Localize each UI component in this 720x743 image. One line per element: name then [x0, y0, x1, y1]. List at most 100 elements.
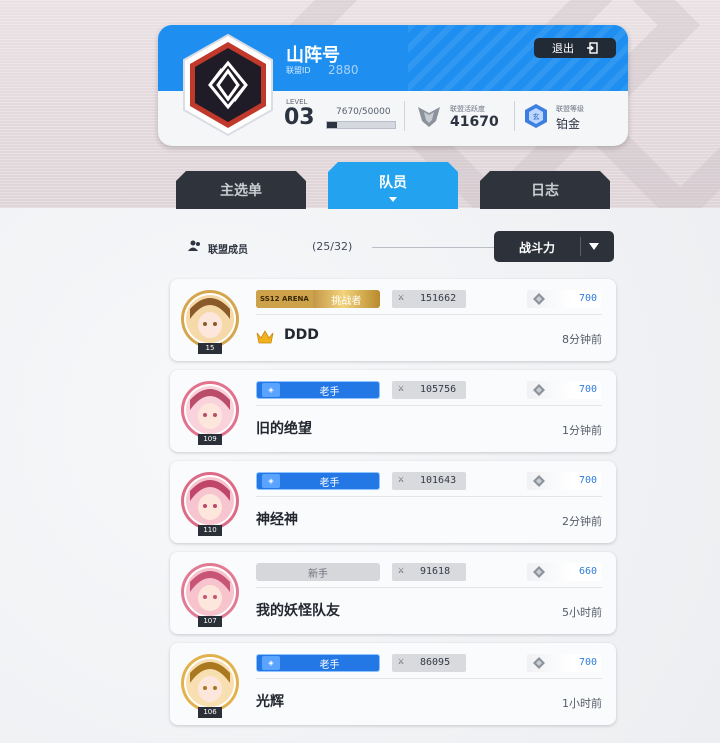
last-online: 5小时前	[562, 606, 602, 619]
crossed-swords-icon: ⚔	[398, 292, 405, 303]
tab-log[interactable]: 日志	[480, 171, 610, 209]
exp-progress-fill	[327, 122, 338, 128]
member-avatar[interactable]	[180, 653, 240, 713]
member-level: 110	[198, 525, 222, 536]
rank-label: 联盟等级	[556, 105, 584, 113]
diamond-icon	[532, 656, 546, 673]
member-level: 107	[198, 616, 222, 627]
member-avatar[interactable]	[180, 289, 240, 349]
season-label: SS12 ARENA	[256, 290, 313, 308]
combat-power: ⚔ 101643	[392, 472, 466, 490]
member-name: 神经神	[256, 512, 298, 528]
header-divider	[372, 247, 494, 248]
sort-value: 战斗力	[518, 241, 555, 255]
badge-label: 老手	[319, 386, 340, 398]
crossed-swords-icon: ⚔	[398, 474, 405, 485]
badge-label: 新手	[308, 568, 328, 580]
combat-power: ⚔ 151662	[392, 290, 466, 308]
member-row[interactable]: 109 ◈ 老手 ⚔ 105756 700 旧的绝望 1分钟前	[170, 370, 616, 452]
combat-power: ⚔ 86095	[392, 654, 466, 672]
member-avatar[interactable]	[180, 380, 240, 440]
activity-value: 41670	[450, 114, 499, 130]
contribution: 700	[527, 381, 601, 399]
contribution-value: 700	[578, 384, 597, 395]
row-divider	[256, 405, 602, 406]
tab-label: 日志	[531, 183, 559, 199]
combat-power-value: 151662	[420, 293, 457, 304]
logout-label: 退出	[552, 42, 574, 55]
combat-power: ⚔ 105756	[392, 381, 466, 399]
dropdown-separator	[580, 237, 581, 256]
member-name: 光辉	[256, 694, 284, 710]
row-divider	[256, 587, 602, 588]
combat-power: ⚔ 91618	[392, 563, 466, 581]
member-name: 旧的绝望	[256, 421, 312, 437]
combat-power-value: 91618	[420, 566, 451, 577]
combat-power-value: 101643	[420, 475, 457, 486]
members-label: 联盟成员	[208, 245, 248, 256]
combat-power-value: 105756	[420, 384, 457, 395]
diamond-icon	[532, 383, 546, 400]
members-icon	[188, 240, 200, 251]
guild-emblem-icon	[183, 33, 273, 137]
member-name: DDD	[284, 327, 319, 343]
member-row[interactable]: 107 新手 ⚔ 91618 660 我的妖怪队友 5小时前	[170, 552, 616, 634]
contribution: 700	[527, 654, 601, 672]
contribution: 700	[527, 472, 601, 490]
guild-id: 2880	[328, 63, 359, 77]
member-level: 109	[198, 434, 222, 445]
member-row[interactable]: 15 SS12 ARENA 挑战者 ⚔ 151662 700 DDD 8分钟前	[170, 279, 616, 361]
badge-label: 挑战者	[331, 295, 362, 307]
crown-icon	[256, 329, 274, 348]
exp-progress-bar	[326, 121, 396, 129]
veteran-badge-icon: ◈	[262, 383, 280, 397]
row-divider	[256, 314, 602, 315]
contribution-value: 700	[578, 657, 597, 668]
last-online: 1分钟前	[562, 424, 602, 437]
member-title-badge: ◈ 老手	[256, 654, 380, 672]
badge-label: 老手	[319, 659, 340, 671]
row-divider	[256, 496, 602, 497]
logout-button[interactable]: 退出	[534, 38, 616, 58]
member-avatar[interactable]	[180, 562, 240, 622]
members-count: (25/32)	[312, 240, 353, 253]
member-level: 106	[198, 707, 222, 718]
member-avatar[interactable]	[180, 471, 240, 531]
member-title-badge: ◈ 老手	[256, 381, 380, 399]
tab-members[interactable]: 队员	[328, 162, 458, 209]
activity-label: 联盟活跃度	[450, 105, 485, 113]
exp-text: 7670/50000	[336, 107, 391, 117]
tab-main-menu[interactable]: 主选单	[176, 171, 306, 209]
member-title-badge: SS12 ARENA 挑战者	[256, 290, 380, 308]
diamond-icon	[532, 292, 546, 309]
crossed-swords-icon: ⚔	[398, 383, 405, 394]
member-row[interactable]: 106 ◈ 老手 ⚔ 86095 700 光辉 1小时前	[170, 643, 616, 725]
rank-platinum-icon: 玄	[525, 104, 547, 128]
guild-level: 03	[284, 105, 315, 130]
guild-id-label: 联盟ID	[286, 66, 311, 75]
diamond-icon	[532, 565, 546, 582]
contribution-value: 660	[578, 566, 597, 577]
diamond-icon	[532, 474, 546, 491]
svg-text:玄: 玄	[533, 112, 540, 121]
stat-divider	[514, 101, 515, 131]
guild-card: 山阵号 联盟ID 2880 退出 LEVEL 03 7670/50000 联盟活…	[158, 25, 628, 146]
contribution: 660	[527, 563, 601, 581]
member-title-badge: ◈ 老手	[256, 472, 380, 490]
exit-icon	[587, 42, 598, 54]
contribution-value: 700	[578, 475, 597, 486]
member-row[interactable]: 110 ◈ 老手 ⚔ 101643 700 神经神 2分钟前	[170, 461, 616, 543]
sort-dropdown[interactable]: 战斗力	[494, 231, 614, 262]
contribution-value: 700	[578, 293, 597, 304]
member-name: 我的妖怪队友	[256, 603, 340, 619]
member-level: 15	[198, 343, 222, 354]
stat-divider	[404, 101, 405, 131]
combat-power-value: 86095	[420, 657, 451, 668]
activity-wings-icon	[418, 107, 440, 127]
member-title-badge: 新手	[256, 563, 380, 581]
rank-value: 铂金	[556, 117, 581, 131]
crossed-swords-icon: ⚔	[398, 656, 405, 667]
contribution: 700	[527, 290, 601, 308]
last-online: 1小时前	[562, 697, 602, 710]
tab-label: 主选单	[220, 183, 262, 199]
